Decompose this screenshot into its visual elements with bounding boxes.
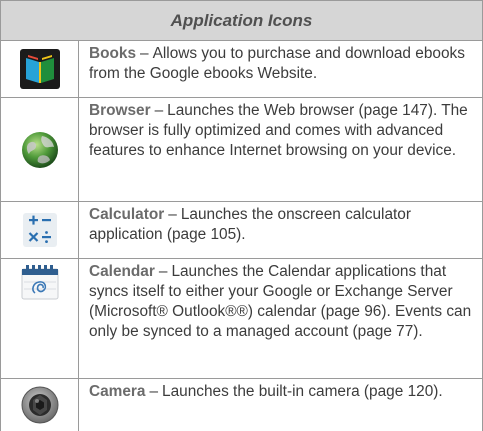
- icon-cell: [1, 379, 79, 431]
- browser-globe-icon: [21, 131, 58, 168]
- description-cell: Browser – Launches the Web browser (page 1…: [79, 98, 482, 201]
- description-cell: Camera – Launches the built-in camera (pag…: [79, 379, 482, 431]
- app-name: Camera: [89, 383, 146, 400]
- application-icons-table: Application Icons Books – Allows you to pu…: [0, 0, 483, 431]
- app-name: Calculator: [89, 206, 165, 223]
- app-name: Browser: [89, 102, 151, 119]
- app-description: Launches the built-in camera (page 120).: [162, 383, 443, 400]
- table-title: Application Icons: [170, 10, 313, 30]
- icon-cell: [1, 41, 79, 97]
- app-name: Books: [89, 45, 137, 62]
- camera-icon: [21, 386, 58, 424]
- table-row-books: Books – Allows you to purchase and downloa…: [1, 41, 482, 98]
- separator: –: [154, 102, 164, 119]
- table-row-camera: Camera – Launches the built-in camera (pag…: [1, 379, 482, 431]
- icon-cell: [1, 259, 79, 378]
- separator: –: [158, 263, 168, 280]
- icon-cell: [1, 202, 79, 258]
- separator: –: [168, 206, 177, 223]
- table-row-calculator: Calculator – Launches the onscreen calcula…: [1, 202, 482, 259]
- description-cell: Calculator – Launches the onscreen calcula…: [79, 202, 482, 258]
- icon-cell: [1, 98, 79, 201]
- description-cell: Calendar – Launches the Calendar applicati…: [79, 259, 482, 378]
- calculator-icon: [22, 213, 57, 247]
- description-cell: Books – Allows you to purchase and downloa…: [79, 41, 482, 97]
- table-row-browser: Browser – Launches the Web browser (page 1…: [1, 98, 482, 202]
- app-name: Calendar: [89, 263, 155, 280]
- separator: –: [140, 45, 149, 62]
- table-header: Application Icons: [1, 1, 482, 41]
- calendar-icon: [21, 265, 58, 300]
- separator: –: [149, 383, 159, 400]
- table-row-calendar: Calendar – Launches the Calendar applicati…: [1, 259, 482, 379]
- books-icon: [19, 49, 60, 89]
